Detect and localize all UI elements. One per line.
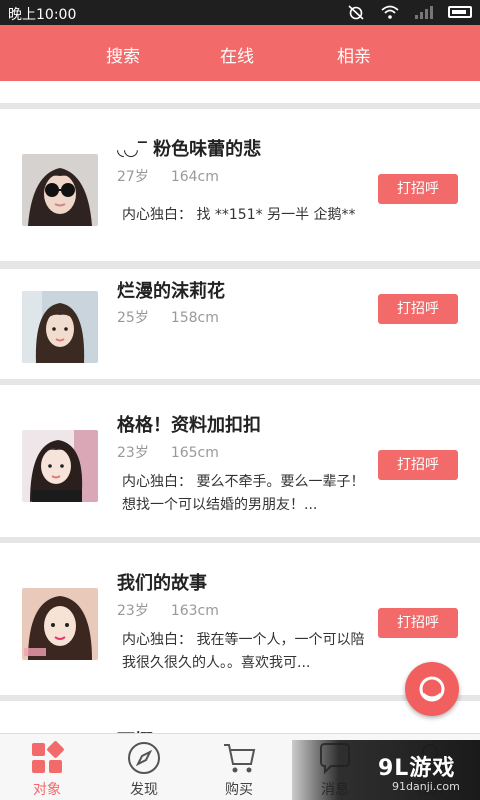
profile-meta: 23岁 163cm bbox=[117, 600, 219, 620]
tab-online[interactable]: 在线 bbox=[220, 42, 254, 67]
watermark-logo: 9L游戏 bbox=[378, 756, 456, 781]
signal-icon bbox=[414, 4, 434, 20]
wifi-icon bbox=[380, 4, 400, 20]
profile-bio: 内心独白： 我在等一个人，一个可以陪我很久很久的人。。喜欢我可... bbox=[122, 632, 365, 671]
greet-button[interactable]: 打招呼 bbox=[378, 294, 458, 324]
avatar[interactable] bbox=[22, 430, 98, 502]
greet-button[interactable]: 打招呼 bbox=[378, 608, 458, 638]
tab-search[interactable]: 搜索 bbox=[106, 42, 140, 67]
greet-button[interactable]: 打招呼 bbox=[378, 174, 458, 204]
profile-card[interactable]: 我们的故事 23岁 163cm 内心独白： 我在等一个人，一个可以陪我很久很久的人… bbox=[0, 543, 480, 695]
magnifier-icon bbox=[419, 676, 445, 702]
nav-item-discover[interactable]: 发现 bbox=[104, 740, 184, 799]
nav-label: 对象 bbox=[33, 782, 61, 798]
profile-bio: 内心独白： 要么不牵手。要么一辈子！想找一个可以结婚的男朋友！... bbox=[122, 474, 365, 513]
profile-height: 158cm bbox=[170, 310, 219, 326]
profile-meta: 25岁 158cm bbox=[117, 307, 219, 327]
profile-name: ◟◡‾ 粉色味蕾的悲 bbox=[117, 139, 262, 160]
nav-label: 购买 bbox=[225, 782, 253, 798]
profile-card[interactable]: 格格！资料加扣扣 23岁 165cm 内心独白： 要么不牵手。要么一辈子！想找一个… bbox=[0, 385, 480, 537]
profile-age: 25岁 bbox=[117, 310, 149, 326]
cart-icon bbox=[221, 740, 257, 776]
grid-icon bbox=[29, 740, 65, 776]
top-tab-bar: 搜索 在线 相亲 bbox=[0, 25, 480, 81]
profile-age: 23岁 bbox=[117, 603, 149, 619]
profile-meta: 27岁 164cm bbox=[117, 166, 219, 186]
profile-list[interactable]: ◟◡‾ 粉色味蕾的悲 27岁 164cm 内心独白： 找 **151* 另一半 企… bbox=[0, 81, 480, 733]
profile-age: 23岁 bbox=[117, 445, 149, 461]
profile-card[interactable]: 烂漫的沫莉花 25岁 158cm 打招呼 bbox=[0, 269, 480, 379]
profile-height: 163cm bbox=[170, 603, 219, 619]
status-bar: 晚上10:00 bbox=[0, 0, 480, 25]
profile-height: 165cm bbox=[170, 445, 219, 461]
avatar[interactable] bbox=[22, 588, 98, 660]
nav-item-targets[interactable]: 对象 bbox=[7, 740, 87, 799]
profile-name: 格格！资料加扣扣 bbox=[117, 415, 261, 436]
battery-icon bbox=[448, 6, 472, 18]
status-time: 晚上10:00 bbox=[8, 7, 77, 23]
watermark: 9L游戏 91danji.com bbox=[292, 740, 480, 800]
profile-height: 164cm bbox=[170, 169, 219, 185]
profile-meta: 23岁 165cm bbox=[117, 442, 219, 462]
status-icons bbox=[346, 4, 472, 20]
list-top-separator-card bbox=[0, 81, 480, 103]
profile-name: 我们的故事 bbox=[117, 573, 207, 594]
avatar[interactable] bbox=[22, 291, 98, 363]
compass-icon bbox=[126, 740, 162, 776]
greet-button[interactable]: 打招呼 bbox=[378, 450, 458, 480]
tab-matchmaking[interactable]: 相亲 bbox=[337, 42, 371, 67]
profile-bio: 内心独白： 找 **151* 另一半 企鹅** bbox=[122, 207, 356, 223]
watermark-url: 91danji.com bbox=[392, 780, 460, 793]
floating-search-button[interactable] bbox=[405, 662, 459, 716]
alarm-off-icon bbox=[346, 4, 366, 20]
profile-card[interactable]: ◟◡‾ 粉色味蕾的悲 27岁 164cm 内心独白： 找 **151* 另一半 企… bbox=[0, 109, 480, 261]
nav-label: 发现 bbox=[130, 782, 158, 798]
profile-card[interactable]: 丽娜 bbox=[0, 701, 480, 733]
avatar[interactable] bbox=[22, 154, 98, 226]
profile-name: 烂漫的沫莉花 bbox=[117, 281, 225, 302]
profile-age: 27岁 bbox=[117, 169, 149, 185]
nav-item-buy[interactable]: 购买 bbox=[199, 740, 279, 799]
